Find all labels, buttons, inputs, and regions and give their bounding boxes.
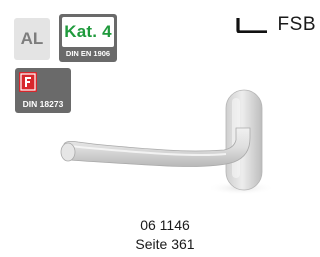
brand-name: FSB	[277, 14, 316, 35]
article-number: 06 1146	[140, 217, 190, 233]
brand-logo: FSB	[235, 14, 316, 36]
fsb-logo-mark-icon	[235, 18, 267, 33]
category-badge: Kat. 4 DIN EN 1906	[59, 14, 117, 62]
lever-handle-image	[60, 89, 275, 195]
material-badge-label: AL	[20, 29, 44, 48]
catalog-page-reference: Seite 361	[135, 236, 195, 252]
fire-f-icon	[19, 72, 37, 92]
category-badge-label: Kat. 4	[62, 17, 114, 47]
category-badge-norm: DIN EN 1906	[65, 49, 111, 58]
material-badge-al: AL	[14, 18, 50, 60]
